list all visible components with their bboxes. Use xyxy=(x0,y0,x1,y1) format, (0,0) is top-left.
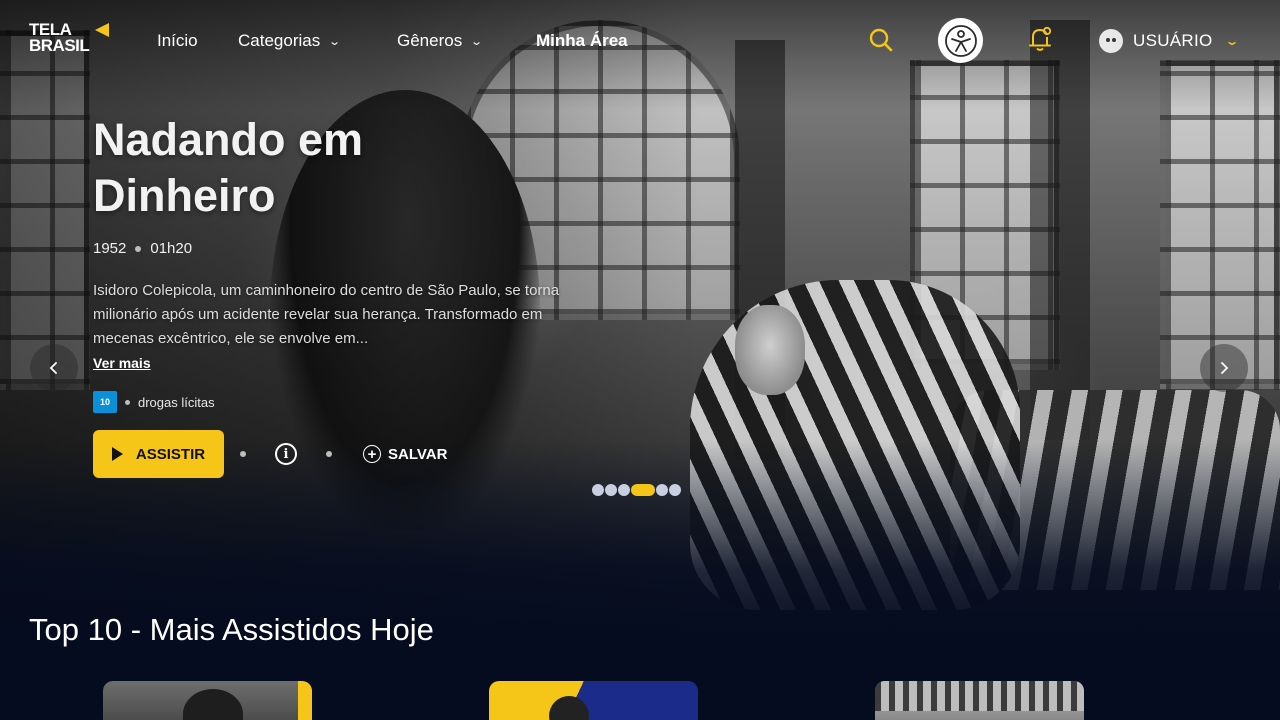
nav-categorias-label: Categorias xyxy=(238,31,321,50)
plus-circle-icon: + xyxy=(363,445,381,463)
search-icon[interactable] xyxy=(868,27,894,53)
watch-button-label: ASSISTIR xyxy=(135,445,206,463)
chevron-down-icon: ⌄ xyxy=(1224,34,1240,48)
carousel-dot[interactable] xyxy=(592,484,604,496)
hero-title: Nadando em Dinheiro xyxy=(93,114,364,221)
chevron-down-icon: ⌄ xyxy=(470,35,484,48)
hero-gradient xyxy=(0,0,1280,110)
watch-button[interactable]: ASSISTIR xyxy=(93,430,224,478)
section-title: Top 10 - Mais Assistidos Hoje xyxy=(29,612,434,647)
hero-meta: 1952 01h20 xyxy=(93,240,192,257)
nav-categorias[interactable]: Categorias ⌄ xyxy=(238,31,342,51)
hero-image-face xyxy=(735,305,805,395)
see-more-link[interactable]: Ver mais xyxy=(93,355,151,371)
accessibility-button[interactable] xyxy=(938,18,983,63)
nav-inicio-label: Início xyxy=(157,31,198,50)
carousel-dot[interactable] xyxy=(669,484,681,496)
logo-line-2: BRASIL xyxy=(29,36,90,55)
accessibility-icon xyxy=(944,24,977,57)
carousel-dot-active[interactable] xyxy=(631,484,655,496)
age-rating-badge: 10 xyxy=(93,391,117,413)
chevron-down-icon: ⌄ xyxy=(328,35,342,48)
nav-inicio[interactable]: Início xyxy=(157,31,198,51)
nav-minha-area-label: Minha Área xyxy=(536,31,628,50)
separator-dot xyxy=(240,451,246,457)
top10-card[interactable] xyxy=(489,681,698,720)
nav-minha-area[interactable]: Minha Área xyxy=(536,31,628,51)
logo[interactable]: TELA BRASIL xyxy=(29,21,119,58)
play-icon xyxy=(111,447,123,461)
separator-dot xyxy=(326,451,332,457)
nav-generos[interactable]: Gêneros ⌄ xyxy=(397,31,484,51)
user-label: USUÁRIO xyxy=(1133,31,1213,50)
info-button[interactable]: i xyxy=(275,443,297,465)
carousel-prev-button[interactable] xyxy=(30,344,78,392)
carousel-dot[interactable] xyxy=(605,484,617,496)
carousel-pager xyxy=(592,484,682,496)
hero-year: 1952 xyxy=(93,240,127,257)
save-button-label: SALVAR xyxy=(388,445,448,463)
top10-card[interactable] xyxy=(103,681,312,720)
top10-card[interactable] xyxy=(875,681,1084,720)
separator-dot xyxy=(135,245,142,252)
chevron-right-icon xyxy=(1221,362,1229,374)
hero-duration: 01h20 xyxy=(150,240,193,257)
avatar xyxy=(1099,29,1123,53)
separator-dot xyxy=(125,399,130,405)
nav-generos-label: Gêneros xyxy=(397,31,463,50)
hero-synopsis: Isidoro Colepicola, um caminhoneiro do c… xyxy=(93,282,560,347)
carousel-dot[interactable] xyxy=(656,484,668,496)
content-descriptor: drogas lícitas xyxy=(138,394,215,410)
user-menu[interactable]: USUÁRIO ⌄ xyxy=(1099,28,1240,54)
rating-row: 10 drogas lícitas xyxy=(93,391,215,413)
carousel-dot[interactable] xyxy=(618,484,630,496)
chevron-left-icon xyxy=(49,362,57,374)
save-button[interactable]: + SALVAR xyxy=(363,443,447,465)
carousel-next-button[interactable] xyxy=(1200,344,1248,392)
logo-flag-icon xyxy=(95,23,109,37)
info-icon: i xyxy=(283,446,289,462)
bell-icon[interactable] xyxy=(1027,25,1053,53)
